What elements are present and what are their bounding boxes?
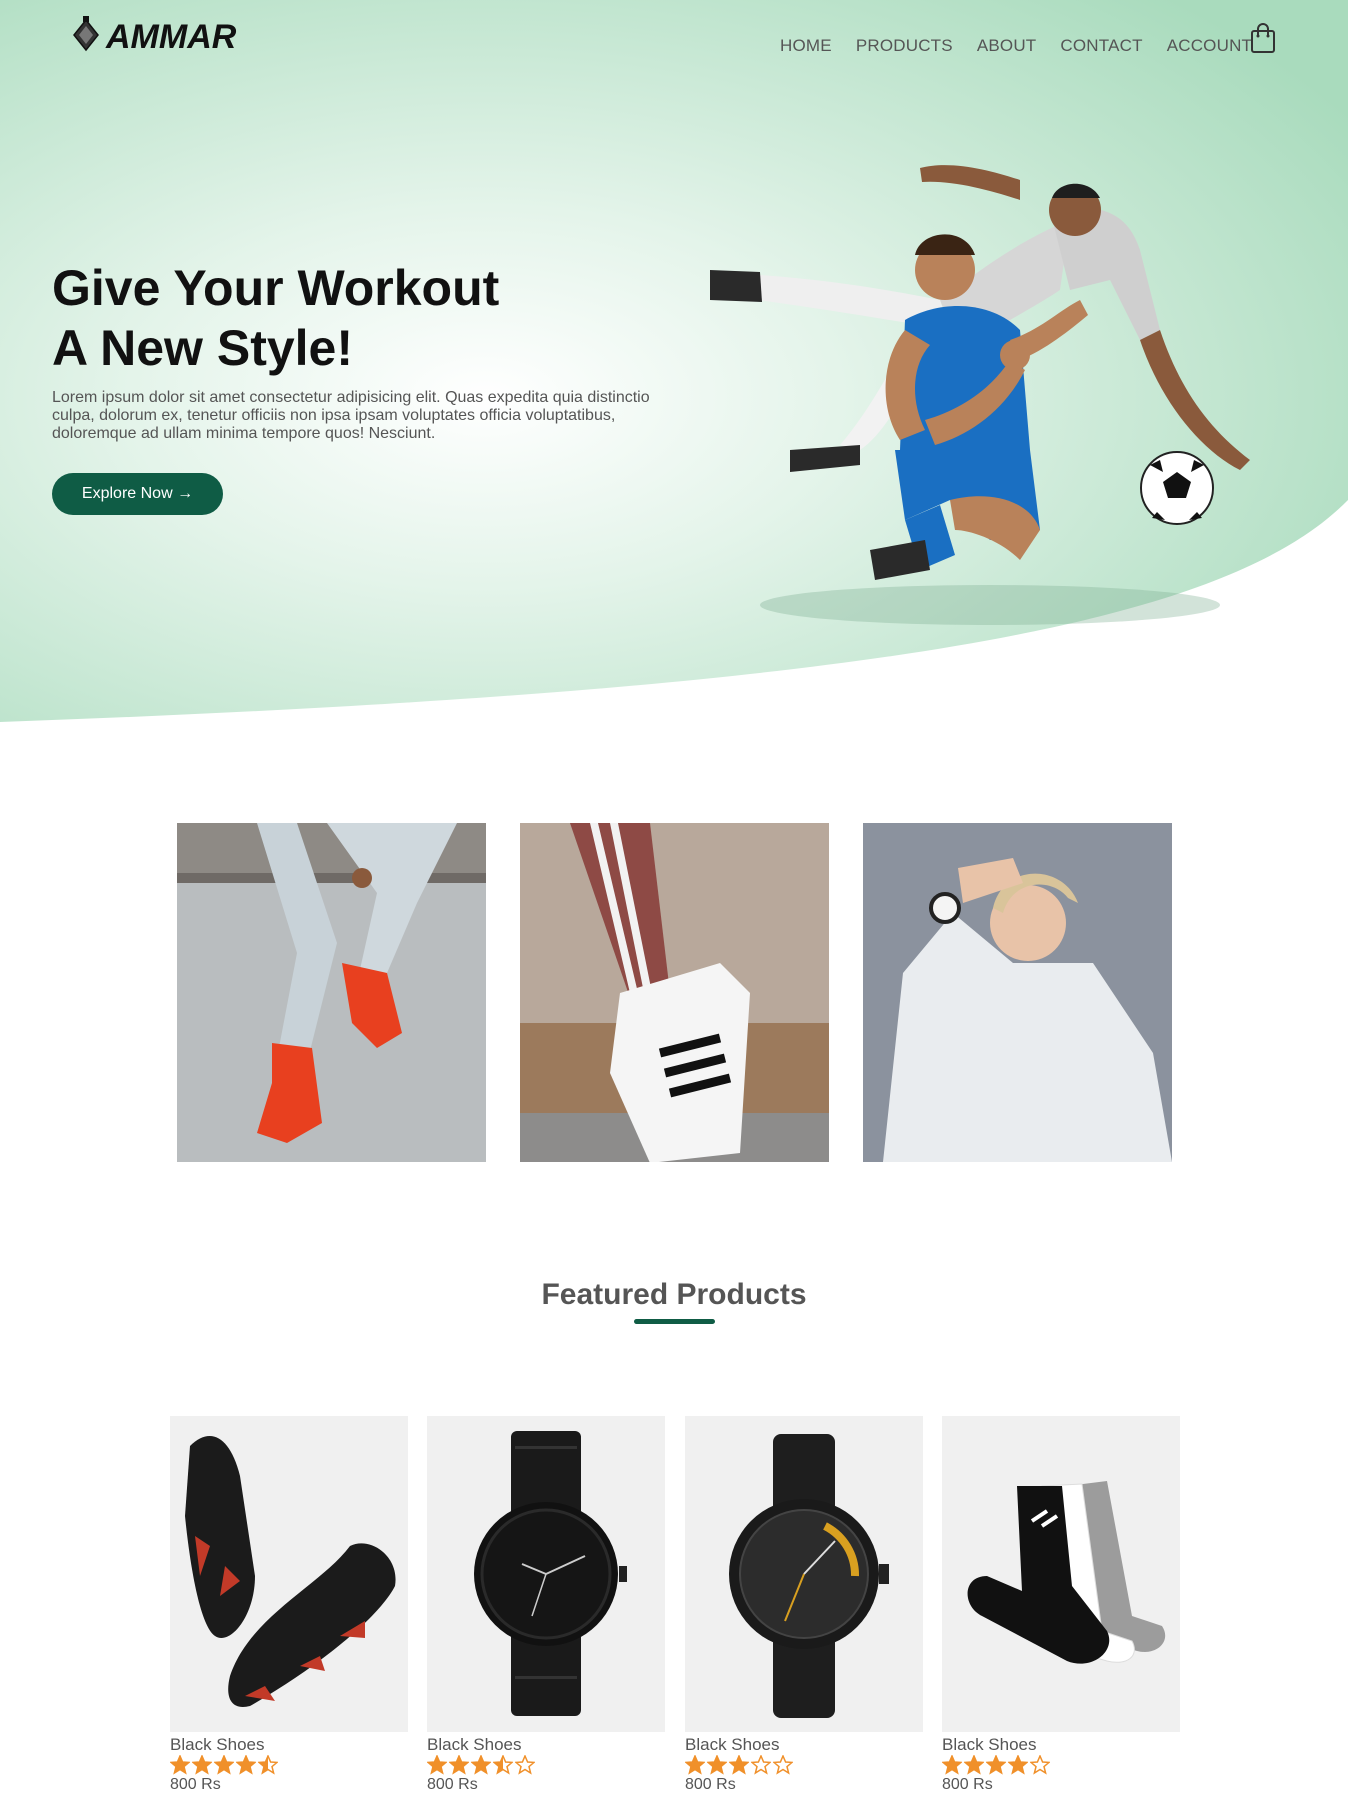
product-card[interactable]: Black Shoes 800 Rs [427,1416,665,1794]
product-image-shoes[interactable] [170,1416,408,1732]
star-full-icon [1008,1755,1028,1775]
product-image-watch-fossil[interactable] [427,1416,665,1732]
lifestyle-gallery [177,823,1172,1163]
star-full-icon [427,1755,447,1775]
star-full-icon [449,1755,469,1775]
star-full-icon [964,1755,984,1775]
product-rating [942,1755,1180,1775]
hero-description: Lorem ipsum dolor sit amet consectetur a… [52,389,650,442]
explore-now-button[interactable]: Explore Now → [52,473,223,515]
hero-title-line1: Give Your Workout [52,260,500,316]
product-card[interactable]: Black Shoes 800 Rs [170,1416,408,1794]
product-price: 800 Rs [942,1776,993,1793]
star-empty-icon [751,1755,771,1775]
product-name[interactable]: Black Shoes [942,1736,1180,1754]
hero-players-image [710,165,1250,625]
hero-section: AMMAR HOME PRODUCTS ABOUT CONTACT ACCOUN… [0,0,1348,735]
star-full-icon [192,1755,212,1775]
logo-emblem-icon [73,16,99,52]
nav-about[interactable]: ABOUT [977,36,1037,56]
product-rating [170,1755,408,1775]
product-rating [427,1755,665,1775]
product-name[interactable]: Black Shoes [170,1736,408,1754]
star-full-icon [214,1755,234,1775]
logo-text: AMMAR [105,18,237,56]
product-name[interactable]: Black Shoes [685,1736,923,1754]
nav-contact[interactable]: CONTACT [1060,36,1142,56]
gallery-image-white-sneaker[interactable] [520,823,829,1162]
gallery-image-red-sneakers[interactable] [177,823,486,1162]
star-full-icon [471,1755,491,1775]
product-image-watch-roadster[interactable] [685,1416,923,1732]
product-image-socks[interactable] [942,1416,1180,1732]
star-empty-icon [515,1755,535,1775]
hero-title-line2: A New Style! [52,320,354,376]
nav-home[interactable]: HOME [780,36,832,56]
product-grid: Black Shoes 800 Rs Black Shoes 800 Rs Bl… [170,1416,1180,1796]
brand-logo[interactable]: AMMAR [70,12,250,58]
product-price: 800 Rs [170,1776,221,1793]
main-nav: HOME PRODUCTS ABOUT CONTACT ACCOUNT [780,36,1252,56]
nav-products[interactable]: PRODUCTS [856,36,953,56]
featured-products-title: Featured Products [541,1278,807,1311]
product-price: 800 Rs [427,1776,478,1793]
star-half-icon [258,1755,278,1775]
product-name[interactable]: Black Shoes [427,1736,665,1754]
product-price: 800 Rs [685,1776,736,1793]
product-card[interactable]: Black Shoes 800 Rs [942,1416,1180,1794]
star-full-icon [170,1755,190,1775]
star-full-icon [986,1755,1006,1775]
star-full-icon [236,1755,256,1775]
star-half-icon [493,1755,513,1775]
nav-account[interactable]: ACCOUNT [1167,36,1252,56]
hero-title: Give Your Workout A New Style! [52,258,672,378]
star-empty-icon [773,1755,793,1775]
star-full-icon [729,1755,749,1775]
star-full-icon [942,1755,962,1775]
star-full-icon [685,1755,705,1775]
shopping-bag-icon[interactable] [1249,22,1277,54]
star-empty-icon [1030,1755,1050,1775]
star-full-icon [707,1755,727,1775]
product-rating [685,1755,923,1775]
product-card[interactable]: Black Shoes 800 Rs [685,1416,923,1794]
title-underline [634,1319,715,1324]
gallery-image-woman-hoodie[interactable] [863,823,1172,1162]
